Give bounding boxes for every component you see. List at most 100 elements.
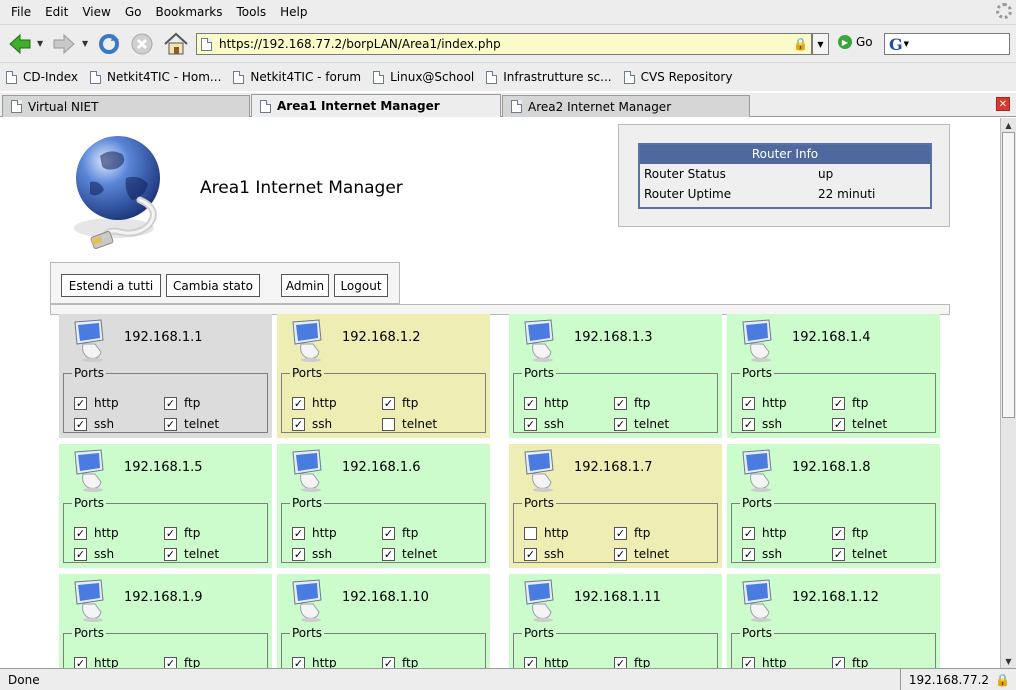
menu-bookmarks[interactable]: Bookmarks xyxy=(148,5,229,19)
host-card[interactable]: 192.168.1.1 Ports ✓ http ✓ ftp ✓ ssh ✓ telnet xyxy=(59,314,272,438)
checkbox-box[interactable]: ✓ xyxy=(74,396,87,410)
port-ftp-checkbox[interactable]: ✓ ftp xyxy=(164,396,200,410)
checkbox-box[interactable]: ✓ xyxy=(832,417,845,431)
bookmark-infrastrutture[interactable]: Infrastrutture sc... xyxy=(486,70,612,84)
vertical-scrollbar[interactable]: ▲ ▼ xyxy=(1000,118,1016,668)
menu-help[interactable]: Help xyxy=(273,5,314,19)
checkbox-box[interactable]: ✓ xyxy=(524,396,537,410)
port-ssh-checkbox[interactable]: ✓ ssh xyxy=(742,417,782,431)
port-telnet-checkbox[interactable]: ✓ telnet xyxy=(614,417,669,431)
host-card[interactable]: 192.168.1.4 Ports ✓ http ✓ ftp ✓ ssh ✓ telnet xyxy=(727,314,940,438)
bookmark-cd-index[interactable]: CD-Index xyxy=(6,70,78,84)
host-card[interactable]: 192.168.1.5 Ports ✓ http ✓ ftp ✓ ssh ✓ telnet xyxy=(59,444,272,568)
port-http-checkbox[interactable]: ✓ http xyxy=(292,656,337,668)
tab-virtual-niet[interactable]: Virtual NIET xyxy=(2,95,250,117)
port-http-checkbox[interactable]: http xyxy=(524,526,569,540)
menu-file[interactable]: File xyxy=(4,5,38,19)
menu-view[interactable]: View xyxy=(75,5,117,19)
url-history-dropdown[interactable]: ▼ xyxy=(812,33,829,55)
checkbox-box[interactable]: ✓ xyxy=(614,396,627,410)
menu-go[interactable]: Go xyxy=(118,5,149,19)
bookmark-linux-school[interactable]: Linux@School xyxy=(373,70,474,84)
host-card[interactable]: 192.168.1.7 Ports http ✓ ftp ✓ ssh ✓ telnet xyxy=(509,444,722,568)
bookmark-netkit4tic-home[interactable]: Netkit4TIC - Hom... xyxy=(89,70,221,84)
checkbox-box[interactable]: ✓ xyxy=(292,656,305,668)
tab-area2-internet-manager[interactable]: Area2 Internet Manager xyxy=(502,95,750,117)
reload-button[interactable] xyxy=(95,30,123,58)
port-ssh-checkbox[interactable]: ✓ ssh xyxy=(292,417,332,431)
secure-lock-icon[interactable]: 🔒 xyxy=(793,37,811,51)
checkbox-box[interactable]: ✓ xyxy=(74,656,87,668)
port-http-checkbox[interactable]: ✓ http xyxy=(524,396,569,410)
port-telnet-checkbox[interactable]: ✓ telnet xyxy=(164,547,219,561)
host-card[interactable]: 192.168.1.8 Ports ✓ http ✓ ftp ✓ ssh ✓ telnet xyxy=(727,444,940,568)
checkbox-box[interactable]: ✓ xyxy=(382,526,395,540)
port-ftp-checkbox[interactable]: ✓ ftp xyxy=(614,396,650,410)
scroll-down-button[interactable]: ▼ xyxy=(1001,654,1016,668)
google-search-icon[interactable]: G xyxy=(889,35,903,54)
menu-edit[interactable]: Edit xyxy=(38,5,75,19)
port-ftp-checkbox[interactable]: ✓ ftp xyxy=(382,396,418,410)
go-button[interactable]: ▶ Go xyxy=(838,35,873,49)
host-card[interactable]: 192.168.1.10 Ports ✓ http ✓ ftp xyxy=(277,574,490,668)
back-button[interactable] xyxy=(6,30,34,58)
port-http-checkbox[interactable]: ✓ http xyxy=(742,656,787,668)
url-bar[interactable]: https://192.168.77.2/borpLAN/Area1/index… xyxy=(196,33,812,55)
extend-all-button[interactable]: Estendi a tutti xyxy=(61,274,161,297)
port-telnet-checkbox[interactable]: ✓ telnet xyxy=(832,417,887,431)
checkbox-box[interactable]: ✓ xyxy=(292,417,305,431)
host-card[interactable]: 192.168.1.2 Ports ✓ http ✓ ftp ✓ ssh telnet xyxy=(277,314,490,438)
checkbox-box[interactable]: ✓ xyxy=(742,396,755,410)
checkbox-box[interactable]: ✓ xyxy=(614,656,627,668)
port-ssh-checkbox[interactable]: ✓ ssh xyxy=(742,547,782,561)
port-http-checkbox[interactable]: ✓ http xyxy=(292,396,337,410)
checkbox-box[interactable]: ✓ xyxy=(382,547,395,561)
checkbox-box[interactable]: ✓ xyxy=(832,396,845,410)
port-ftp-checkbox[interactable]: ✓ ftp xyxy=(614,656,650,668)
change-state-button[interactable]: Cambia stato xyxy=(166,274,260,297)
checkbox-box[interactable]: ✓ xyxy=(74,526,87,540)
checkbox-box[interactable]: ✓ xyxy=(74,417,87,431)
home-button[interactable] xyxy=(162,30,190,58)
back-history-dropdown[interactable]: ▼ xyxy=(37,39,43,48)
host-card[interactable]: 192.168.1.6 Ports ✓ http ✓ ftp ✓ ssh ✓ telnet xyxy=(277,444,490,568)
port-ftp-checkbox[interactable]: ✓ ftp xyxy=(832,396,868,410)
port-ssh-checkbox[interactable]: ✓ ssh xyxy=(524,547,564,561)
forward-history-dropdown[interactable]: ▼ xyxy=(82,39,88,48)
checkbox-box[interactable] xyxy=(382,417,395,431)
port-ftp-checkbox[interactable]: ✓ ftp xyxy=(832,526,868,540)
checkbox-box[interactable]: ✓ xyxy=(382,656,395,668)
checkbox-box[interactable]: ✓ xyxy=(74,547,87,561)
port-telnet-checkbox[interactable]: ✓ telnet xyxy=(382,547,437,561)
checkbox-box[interactable]: ✓ xyxy=(742,417,755,431)
host-card[interactable]: 192.168.1.9 Ports ✓ http ✓ ftp xyxy=(59,574,272,668)
checkbox-box[interactable]: ✓ xyxy=(742,526,755,540)
checkbox-box[interactable]: ✓ xyxy=(524,656,537,668)
port-http-checkbox[interactable]: ✓ http xyxy=(742,396,787,410)
port-http-checkbox[interactable]: ✓ http xyxy=(74,526,119,540)
port-ftp-checkbox[interactable]: ✓ ftp xyxy=(164,526,200,540)
port-http-checkbox[interactable]: ✓ http xyxy=(292,526,337,540)
search-input[interactable]: G ▼ xyxy=(884,33,1010,55)
checkbox-box[interactable]: ✓ xyxy=(742,547,755,561)
checkbox-box[interactable]: ✓ xyxy=(832,547,845,561)
checkbox-box[interactable]: ✓ xyxy=(614,526,627,540)
checkbox-box[interactable]: ✓ xyxy=(292,526,305,540)
checkbox-box[interactable]: ✓ xyxy=(292,547,305,561)
port-telnet-checkbox[interactable]: ✓ telnet xyxy=(164,417,219,431)
scrollbar-thumb[interactable] xyxy=(1002,132,1015,418)
port-ssh-checkbox[interactable]: ✓ ssh xyxy=(74,417,114,431)
menu-tools[interactable]: Tools xyxy=(230,5,274,19)
checkbox-box[interactable]: ✓ xyxy=(614,547,627,561)
checkbox-box[interactable]: ✓ xyxy=(742,656,755,668)
port-ftp-checkbox[interactable]: ✓ ftp xyxy=(382,526,418,540)
checkbox-box[interactable]: ✓ xyxy=(292,396,305,410)
port-http-checkbox[interactable]: ✓ http xyxy=(742,526,787,540)
port-ftp-checkbox[interactable]: ✓ ftp xyxy=(832,656,868,668)
port-http-checkbox[interactable]: ✓ http xyxy=(74,396,119,410)
checkbox-box[interactable]: ✓ xyxy=(524,417,537,431)
checkbox-box[interactable]: ✓ xyxy=(832,526,845,540)
checkbox-box[interactable]: ✓ xyxy=(832,656,845,668)
secure-lock-icon[interactable]: 🔒 xyxy=(995,673,1010,687)
stop-button[interactable] xyxy=(128,30,156,58)
